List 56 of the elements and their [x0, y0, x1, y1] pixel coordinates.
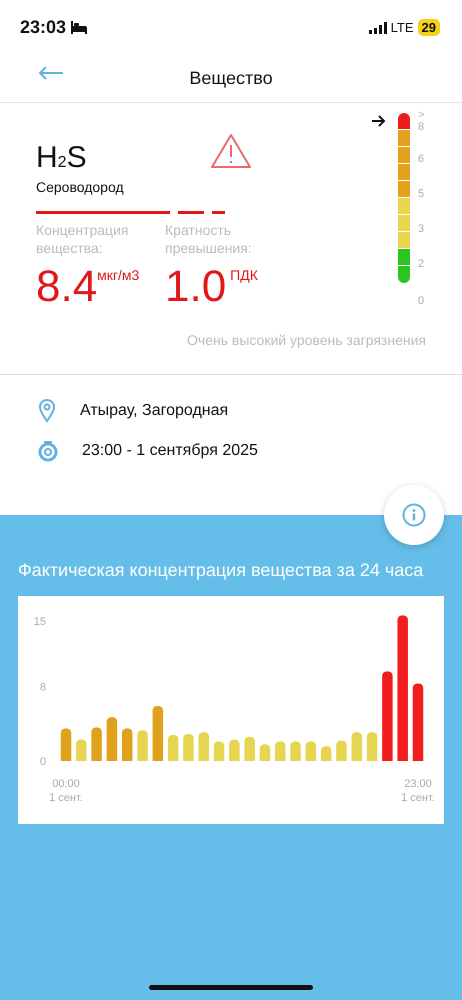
chart-bar [336, 740, 347, 762]
info-button[interactable] [384, 485, 444, 545]
pollution-level-text: Очень высокий уровень загрязнения [187, 331, 426, 350]
scale-label: 5 [418, 187, 424, 202]
substance-name: Сероводород [36, 178, 124, 197]
chart-bar [229, 740, 240, 762]
network-label: LTE [390, 18, 414, 37]
chart-bar [152, 706, 164, 762]
concentration-value: 8.4 [36, 265, 98, 309]
y-tick-label: 15 [34, 616, 46, 628]
bed-icon [70, 21, 88, 34]
clock: 23:03 [20, 16, 66, 39]
scale-label: 8 [418, 120, 424, 135]
chart-bar [91, 728, 102, 762]
scale-label: 2 [418, 257, 424, 272]
back-arrow-icon[interactable] [38, 66, 64, 80]
x-tick-label: 23:00 1 сент. [401, 778, 435, 804]
scale-label: 3 [418, 222, 424, 237]
excess-label: Кратность превышения: [165, 222, 253, 257]
battery-icon: 29 [418, 19, 440, 36]
chart-bar [168, 735, 178, 762]
chart-bar [137, 730, 148, 762]
chart-bar [76, 740, 87, 762]
y-tick-label: 0 [40, 756, 46, 768]
concentration-label: Концентрация вещества: [36, 222, 130, 257]
chart-bar [214, 742, 224, 762]
chart-bar [260, 744, 270, 762]
chart-bar [122, 728, 132, 762]
chart-title: Фактическая концентрация вещества за 24 часа [17, 559, 424, 582]
chart-bar [366, 732, 378, 762]
scale-label: 0 [418, 294, 424, 309]
datetime-text: 23:00 - 1 сентября 2025 [82, 441, 258, 461]
chart-bar [320, 746, 332, 762]
y-tick-label: 8 [40, 682, 46, 694]
chart-bar [352, 732, 362, 762]
location-pin-icon [38, 399, 56, 423]
stopwatch-icon [38, 440, 58, 462]
scale-label: > [418, 108, 424, 122]
chart-bar [183, 734, 194, 762]
concentration-unit: мкг/м3 [97, 266, 140, 285]
scale-label: 6 [418, 152, 424, 167]
chart-bar [106, 718, 118, 762]
page-title: Вещество [189, 67, 273, 90]
signal-icon [368, 22, 387, 34]
chart-bar [275, 742, 286, 762]
warning-icon [210, 133, 252, 169]
chart-bar [290, 742, 301, 762]
x-tick-label: 00:00 1 сент. [49, 778, 83, 804]
excess-unit: ПДК [230, 266, 258, 285]
info-icon [402, 503, 426, 527]
chart-bar [306, 742, 316, 762]
excess-value: 1.0 [165, 265, 226, 309]
location-text: Атырау, Загородная [80, 401, 228, 421]
chart-bar [60, 728, 72, 762]
chart-bar [244, 737, 255, 762]
chart-bar [198, 732, 209, 762]
